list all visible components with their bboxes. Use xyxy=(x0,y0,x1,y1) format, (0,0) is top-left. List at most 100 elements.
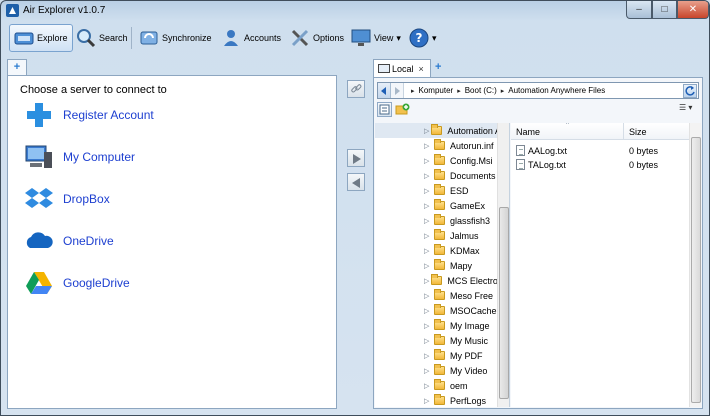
explore-icon xyxy=(14,28,34,48)
new-folder-button[interactable] xyxy=(395,102,410,117)
tree-expander-icon[interactable]: ▷ xyxy=(424,307,432,315)
tree-folder-item[interactable]: ▷ ESD xyxy=(375,183,497,198)
local-file-panel: ▸ Komputer ▸ Boot (C:) ▸ Automation Anyw… xyxy=(373,77,703,409)
tree-folder-label: PerfLogs xyxy=(450,395,487,406)
file-list-scrollbar-thumb[interactable] xyxy=(691,137,701,403)
accounts-button[interactable]: Accounts xyxy=(217,24,285,52)
tree-folder-item[interactable]: ▷ Config.Msi xyxy=(375,153,497,168)
tree-expander-icon[interactable]: ▷ xyxy=(424,187,432,195)
maximize-button[interactable]: □ xyxy=(652,1,677,19)
add-tab-button[interactable]: + xyxy=(7,59,27,75)
view-label: View xyxy=(374,33,394,43)
tree-expander-icon[interactable]: ▷ xyxy=(424,382,432,390)
options-button[interactable]: Options xyxy=(286,24,348,52)
copy-left-button[interactable] xyxy=(347,173,365,191)
tree-expander-icon[interactable]: ▷ xyxy=(424,367,432,375)
toggle-tree-button[interactable] xyxy=(377,102,392,117)
file-list-scrollbar[interactable] xyxy=(689,123,701,407)
column-header-size[interactable]: Size xyxy=(629,127,647,137)
tree-folder-item[interactable]: ▷ PerfLogs xyxy=(375,393,497,407)
breadcrumb-item[interactable]: Komputer xyxy=(419,86,454,95)
breadcrumb-item[interactable]: Boot (C:) xyxy=(465,86,497,95)
add-tab-button-right[interactable]: + xyxy=(435,61,441,73)
tree-folder-item[interactable]: ▷ GameEx xyxy=(375,198,497,213)
tree-expander-icon[interactable]: ▷ xyxy=(424,322,432,330)
tree-folder-item[interactable]: ▷ Mapy xyxy=(375,258,497,273)
tab-close-button[interactable]: × xyxy=(419,64,424,74)
tree-folder-item[interactable]: ▷ Autorun.inf xyxy=(375,138,497,153)
tree-folder-item[interactable]: ▷ MCS Electronics xyxy=(375,273,497,288)
tree-expander-icon[interactable]: ▷ xyxy=(424,202,432,210)
title-bar: Air Explorer v1.0.7 – □ ✕ xyxy=(1,1,709,21)
tree-expander-icon[interactable]: ▷ xyxy=(424,217,432,225)
server-item-my-computer[interactable]: My Computer xyxy=(24,140,324,174)
explore-button[interactable]: Explore xyxy=(9,24,73,52)
breadcrumb-item[interactable]: Automation Anywhere Files xyxy=(508,86,605,95)
file-list-header: ^ Name Size xyxy=(511,123,701,140)
tree-expander-icon[interactable]: ▷ xyxy=(424,277,429,285)
tree-folder-item[interactable]: ▷ KDMax xyxy=(375,243,497,258)
tree-folder-item[interactable]: ▷ My Music xyxy=(375,333,497,348)
tree-folder-item[interactable]: ▷ glassfish3 xyxy=(375,213,497,228)
forward-button[interactable] xyxy=(391,83,404,98)
tree-expander-icon[interactable]: ▷ xyxy=(424,232,432,240)
tree-folder-label: Automation Anywhere Files xyxy=(447,125,497,136)
tree-folder-item[interactable]: ▷ My Image xyxy=(375,318,497,333)
file-list[interactable]: ^ Name Size AALog.txt 0 bytes TALog.txt … xyxy=(511,123,701,407)
tree-expander-icon[interactable]: ▷ xyxy=(424,352,432,360)
file-row[interactable]: TALog.txt 0 bytes xyxy=(511,158,689,172)
breadcrumb: ▸ Komputer ▸ Boot (C:) ▸ Automation Anyw… xyxy=(404,86,683,95)
tree-expander-icon[interactable]: ▷ xyxy=(424,262,432,270)
tree-expander-icon[interactable]: ▷ xyxy=(424,397,432,405)
copy-right-button[interactable] xyxy=(347,149,365,167)
server-item-googledrive[interactable]: GoogleDrive xyxy=(24,266,324,300)
tree-folder-item[interactable]: ▷ MSOCache xyxy=(375,303,497,318)
tree-folder-item[interactable]: ▷ Documents xyxy=(375,168,497,183)
column-divider[interactable] xyxy=(623,123,624,140)
server-item-register-account[interactable]: Register Account xyxy=(24,98,324,132)
google-drive-icon xyxy=(24,268,54,298)
refresh-button[interactable] xyxy=(683,83,697,98)
tree-scrollbar-thumb[interactable] xyxy=(499,207,509,399)
accounts-icon xyxy=(221,28,241,48)
view-menu-button[interactable]: View ▾ xyxy=(347,24,405,52)
folder-tree[interactable]: ▷ Automation Anywhere Files ▷ Autorun.inf ▷ C… xyxy=(375,123,510,407)
column-header-name[interactable]: Name xyxy=(516,127,540,137)
minimize-button[interactable]: – xyxy=(626,1,652,19)
tree-expander-icon[interactable]: ▷ xyxy=(424,172,432,180)
folder-icon xyxy=(434,289,445,300)
back-button[interactable] xyxy=(378,83,391,98)
tab-local[interactable]: Local × xyxy=(373,59,431,77)
help-menu-button[interactable]: ? ▾ xyxy=(405,24,441,52)
search-button[interactable]: Search xyxy=(72,24,132,52)
tree-folder-item[interactable]: ▷ My Video xyxy=(375,363,497,378)
tree-folder-item[interactable]: ▷ oem xyxy=(375,378,497,393)
tree-expander-icon[interactable]: ▷ xyxy=(424,247,432,255)
server-item-onedrive[interactable]: OneDrive xyxy=(24,224,324,258)
synchronize-button[interactable]: Synchronize xyxy=(135,24,216,52)
tree-expander-icon[interactable]: ▷ xyxy=(424,292,432,300)
tree-folder-item[interactable]: ▷ Automation Anywhere Files xyxy=(375,123,497,138)
tree-expander-icon[interactable]: ▷ xyxy=(424,127,429,135)
link-panes-button[interactable] xyxy=(347,80,365,98)
address-bar: ▸ Komputer ▸ Boot (C:) ▸ Automation Anyw… xyxy=(377,82,699,99)
tree-folder-label: ESD xyxy=(450,185,469,196)
file-row[interactable]: AALog.txt 0 bytes xyxy=(511,144,689,158)
tree-expander-icon[interactable]: ▷ xyxy=(424,337,432,345)
tree-folder-item[interactable]: ▷ My PDF xyxy=(375,348,497,363)
tree-expander-icon[interactable]: ▷ xyxy=(424,142,432,150)
close-button[interactable]: ✕ xyxy=(677,1,709,19)
tree-folder-item[interactable]: ▷ Meso Free xyxy=(375,288,497,303)
view-options-button[interactable]: ☰ ▾ xyxy=(679,103,699,116)
tree-scrollbar[interactable] xyxy=(497,123,509,407)
tree-folder-label: My Music xyxy=(450,335,488,346)
tree-folder-label: Meso Free xyxy=(450,290,494,301)
explore-label: Explore xyxy=(37,33,68,43)
tree-folder-item[interactable]: ▷ Jalmus xyxy=(375,228,497,243)
new-folder-icon xyxy=(395,103,410,115)
server-item-dropbox[interactable]: DropBox xyxy=(24,182,324,216)
synchronize-label: Synchronize xyxy=(162,33,212,43)
tree-folder-label: Jalmus xyxy=(450,230,479,241)
svg-text:?: ? xyxy=(416,31,423,45)
tree-expander-icon[interactable]: ▷ xyxy=(424,157,432,165)
